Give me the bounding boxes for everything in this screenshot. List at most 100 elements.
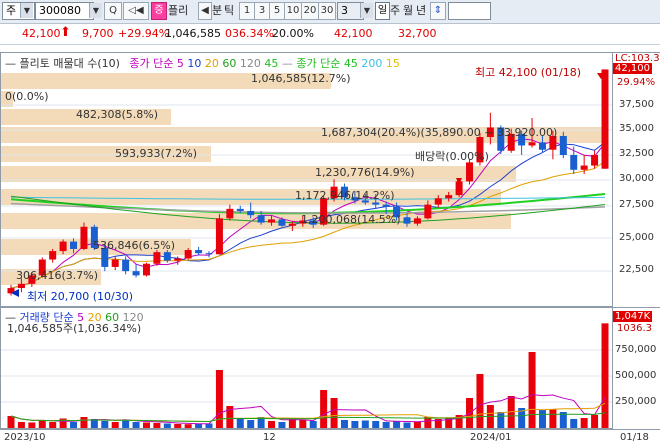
toolbar: 주 ▼ 300080 ▼ Q ◁◀ 증 플리 ◀ 분 틱 1 3 5 10 20…: [0, 0, 660, 24]
chevron-down-icon[interactable]: ▼: [20, 3, 33, 18]
volume-bar: [174, 424, 182, 428]
candle-body: [257, 215, 265, 223]
company-name: 플리: [168, 4, 189, 17]
speaker-button[interactable]: ◁◀: [123, 2, 149, 20]
period-button-5[interactable]: 5: [269, 2, 285, 20]
volume-bar: [111, 422, 119, 428]
volume-tick-500000: 500,000: [615, 370, 657, 381]
vol-ma5-line: [10, 394, 606, 425]
year-button[interactable]: 년: [416, 2, 426, 20]
volume-bar: [195, 424, 203, 428]
close-icon[interactable]: —: [5, 57, 16, 70]
candle-body: [236, 208, 244, 211]
volume-chart-panel[interactable]: — 거래량 단순 5 20 60 120 1,046,585주(1,036.34…: [0, 307, 612, 429]
search-button[interactable]: Q: [104, 2, 122, 20]
volume-bar: [101, 421, 109, 428]
volume-bar: [528, 352, 536, 428]
supply-label-3: 482,308(5.8%): [76, 108, 159, 121]
volume-bar: [413, 422, 421, 428]
legend-ma20: 20: [204, 57, 219, 70]
volume-bar: [570, 419, 578, 428]
volume-bar: [299, 420, 307, 428]
volume-bar: [601, 323, 609, 428]
supply-label-1: 1,046,585(12.7%): [251, 72, 351, 85]
price-tick-30000: 30,000: [619, 173, 654, 184]
period-dropdown-icon[interactable]: ▼: [360, 3, 373, 18]
period-button-10[interactable]: 10: [284, 2, 302, 20]
volume-bar: [38, 421, 46, 428]
jeung-tag-label: 증: [154, 5, 164, 16]
candle-body: [226, 208, 234, 219]
stock-code-input[interactable]: 300080: [35, 2, 94, 20]
change-value: 9,700: [82, 27, 114, 40]
candle-body: [580, 165, 588, 170]
candle-body: [570, 154, 578, 170]
updown-button[interactable]: ⇕: [430, 2, 446, 20]
volume-bar: [476, 374, 484, 428]
price-tick-37500: 37,500: [619, 99, 654, 110]
arrow-up-icon: ⬆: [60, 25, 71, 40]
volume-bar: [330, 398, 338, 428]
volume-bar: [403, 422, 411, 428]
candle-body: [466, 162, 474, 182]
volume-axis[interactable]: 1,047K 1036.3 750,000 500,000 250,000: [612, 307, 660, 429]
stock-code-dropdown-icon[interactable]: ▼: [89, 3, 102, 18]
candle-body: [278, 219, 286, 226]
jeung-tag[interactable]: 증: [151, 2, 167, 20]
candle-body: [424, 204, 432, 219]
candle-body: [111, 259, 119, 267]
tick-label[interactable]: 틱: [224, 2, 234, 20]
legend-name: 플리토 매물대 수(10): [19, 57, 120, 70]
volume-bar: [393, 421, 401, 428]
split-label[interactable]: 분: [212, 2, 222, 20]
high-price: 42,100: [334, 27, 373, 40]
supply-label-9: 536,846(6.5%): [93, 239, 176, 252]
week-button[interactable]: 주: [390, 2, 400, 20]
volume-bar: [351, 421, 359, 428]
stock-code-value: 300080: [39, 4, 81, 17]
legend-ma120: 120: [239, 57, 261, 70]
candle-body: [434, 198, 442, 205]
month-button[interactable]: 월: [403, 2, 413, 20]
supply-label-8: 1,200,068(14.5%): [301, 213, 401, 226]
volume-bar: [382, 422, 390, 428]
candle-body: [413, 218, 421, 224]
nav-left-button[interactable]: ◀: [198, 2, 212, 20]
period-label: 20: [303, 5, 317, 16]
price-axis[interactable]: LC:103.3 42,100 29.94% 37,500 35,000 32,…: [612, 52, 660, 307]
period-button-20[interactable]: 20: [301, 2, 319, 20]
speaker-icon: ◁◀: [128, 5, 144, 16]
candle-body: [142, 263, 150, 276]
legend-ma15: 15: [385, 57, 400, 70]
day-button[interactable]: 일: [375, 2, 390, 20]
volume-bar: [70, 422, 78, 428]
legend-separator-icon: —: [281, 57, 293, 70]
current-price: 42,100: [22, 27, 61, 40]
candle-body: [195, 250, 203, 254]
extra-input[interactable]: [448, 2, 491, 20]
date-tick-2024-01: 2024/01: [470, 432, 512, 443]
date-axis[interactable]: 2023/10 12 2024/01 01/18: [0, 429, 660, 448]
price-chart-panel[interactable]: — 플리토 매물대 수(10) 종가 단순 5 10 20 60 120 45 …: [0, 52, 612, 307]
volume-bar: [320, 390, 328, 428]
volume-bar: [309, 421, 317, 428]
period-button-3[interactable]: 3: [254, 2, 270, 20]
volume-bar: [153, 423, 161, 428]
period-button-1[interactable]: 1: [239, 2, 255, 20]
volume-axis-current: 1,047K: [613, 311, 653, 322]
legend-ma-label: 종가 단순: [129, 57, 174, 70]
period-label: 5: [273, 5, 281, 16]
updown-icon: ⇕: [433, 5, 443, 16]
supply-label-6: 1,230,776(14.9%): [315, 166, 415, 179]
candle-body: [205, 253, 213, 255]
volume-tick-250000: 250,000: [615, 396, 657, 407]
volume-bar: [340, 420, 348, 428]
candle-body: [268, 219, 276, 223]
candle-body: [445, 195, 453, 199]
supply-label-5: 593,933(7.2%): [115, 147, 198, 160]
price-tick-32500: 32,500: [619, 148, 654, 159]
candle-body: [288, 223, 296, 226]
period-button-30[interactable]: 30: [318, 2, 336, 20]
price-axis-current-pct: 29.94%: [617, 77, 656, 88]
candle-body: [80, 226, 88, 249]
